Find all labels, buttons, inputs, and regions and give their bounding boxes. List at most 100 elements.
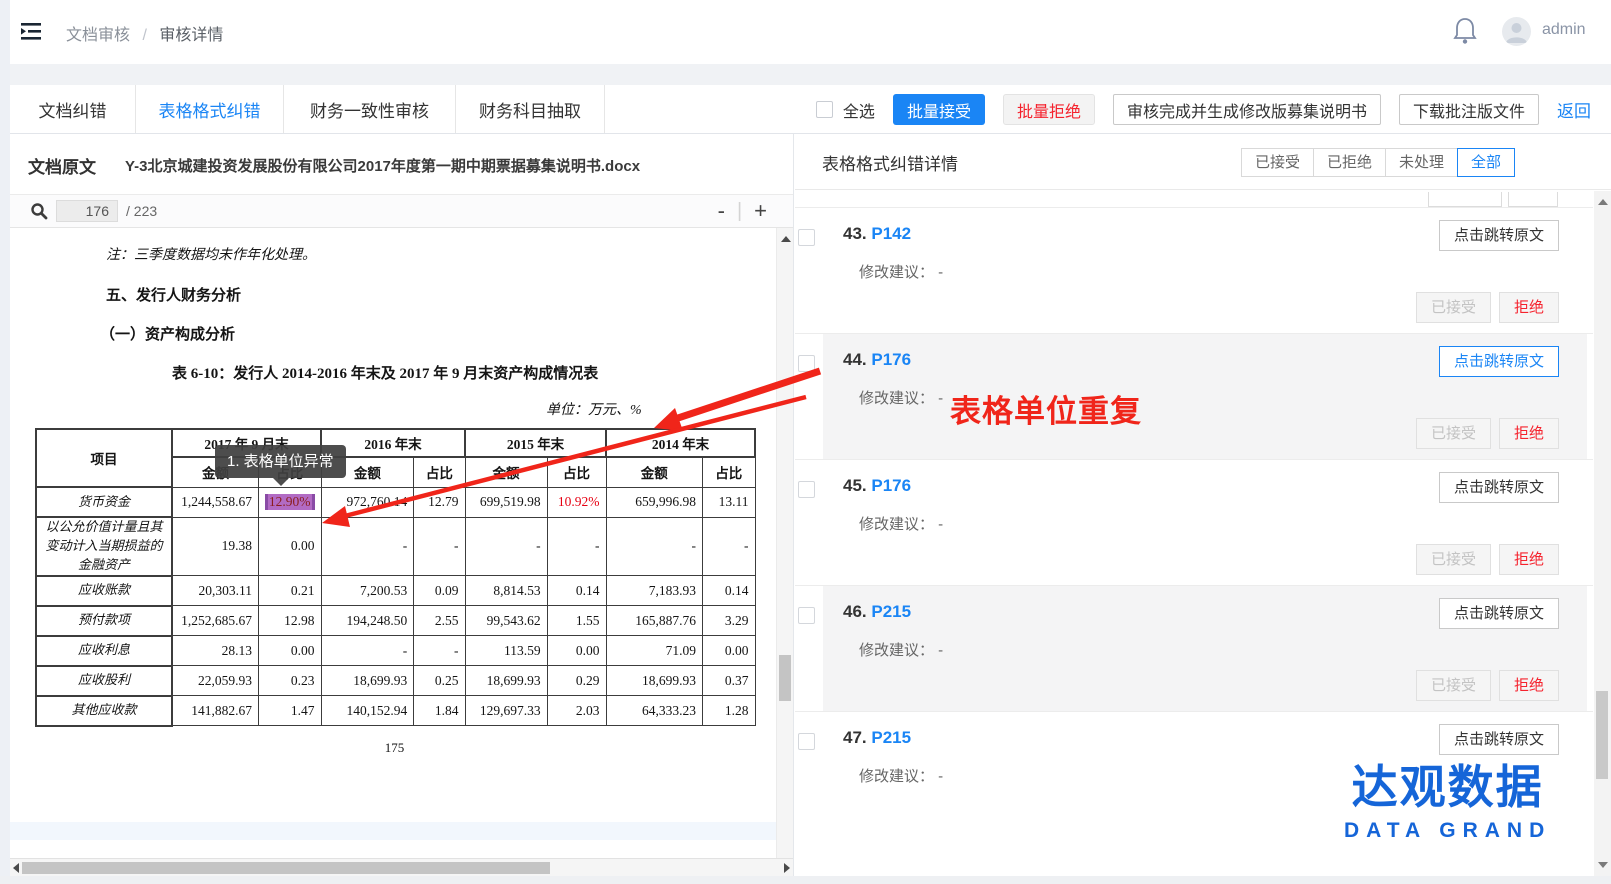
filter-option[interactable]: 未处理 <box>1385 148 1458 177</box>
error-panel-header: 表格格式纠错详情 已接受已拒绝未处理全部 <box>795 134 1611 190</box>
reject-button[interactable]: 拒绝 <box>1499 418 1559 449</box>
accepted-button[interactable]: 已接受 <box>1416 418 1491 449</box>
page-number-input[interactable] <box>56 200 118 222</box>
document-vertical-scrollbar[interactable] <box>776 228 793 858</box>
table-cell: 165,887.76 <box>606 606 702 636</box>
error-item-checkbox[interactable] <box>798 607 815 624</box>
table-cell: 699,519.98 <box>465 487 547 517</box>
tab-doc-correction[interactable]: 文档纠错 <box>10 85 136 133</box>
breadcrumb: 文档审核 / 审核详情 <box>66 21 223 45</box>
suggestion-value: - <box>934 768 943 785</box>
document-source-label: 文档原文 <box>28 153 96 178</box>
scroll-down-arrow[interactable] <box>1598 862 1608 868</box>
cutoff-previous-item <box>795 190 1593 207</box>
error-list-scrollbar[interactable] <box>1594 191 1611 876</box>
error-item-checkbox[interactable] <box>798 481 815 498</box>
doc-page-footer-number: 175 <box>35 740 754 756</box>
error-item-page-link[interactable]: P215 <box>871 602 911 621</box>
menu-collapse-icon[interactable] <box>18 18 46 46</box>
document-panel-header: 文档原文 Y-3北京城建投资发展股份有限公司2017年度第一期中期票据募集说明书… <box>10 134 793 195</box>
jump-to-source-button[interactable]: 点击跳转原文 <box>1439 220 1559 251</box>
error-item-checkbox[interactable] <box>798 733 815 750</box>
table-cell: 113.59 <box>465 636 547 666</box>
scroll-up-arrow[interactable] <box>1598 199 1608 205</box>
error-item-checkbox[interactable] <box>798 355 815 372</box>
search-icon[interactable] <box>30 202 48 220</box>
table-cell: 194,248.50 <box>321 606 414 636</box>
username-label[interactable]: admin <box>1542 21 1586 39</box>
user-avatar[interactable] <box>1502 17 1531 46</box>
cutoff-accepted-button[interactable] <box>1428 192 1502 207</box>
highlighted-error-value[interactable]: 12.90% <box>265 494 315 510</box>
row-item-name: 货币资金 <box>36 487 172 517</box>
doc-sub-heading: （一）资产构成分析 <box>100 323 235 344</box>
document-horizontal-scrollbar[interactable] <box>10 858 793 876</box>
accepted-button[interactable]: 已接受 <box>1416 292 1491 323</box>
toolbar-actions: 全选 批量接受 批量拒绝 审核完成并生成修改版募集说明书 下载批注版文件 返回 <box>816 85 1591 134</box>
error-item-page-link[interactable]: P176 <box>871 350 911 369</box>
suggestion-label: 修改建议： <box>859 768 934 785</box>
suggestion-line: 修改建议： - <box>859 639 943 660</box>
reject-button[interactable]: 拒绝 <box>1499 670 1559 701</box>
row-item-name: 应收利息 <box>36 636 172 666</box>
cutoff-reject-button[interactable] <box>1508 192 1558 207</box>
jump-to-source-button[interactable]: 点击跳转原文 <box>1439 472 1559 503</box>
tab-table-format-correction[interactable]: 表格格式纠错 <box>136 85 284 133</box>
zoom-in-button[interactable]: + <box>754 197 767 225</box>
error-item: 43. P142点击跳转原文修改建议： -已接受拒绝 <box>795 207 1593 333</box>
batch-reject-button[interactable]: 批量拒绝 <box>1003 94 1095 125</box>
error-item-page-link[interactable]: P176 <box>871 476 911 495</box>
breadcrumb-separator: / <box>142 27 146 44</box>
reject-button[interactable]: 拒绝 <box>1499 544 1559 575</box>
table-cell: 19.38 <box>172 517 259 576</box>
download-annotated-button[interactable]: 下载批注版文件 <box>1399 94 1539 125</box>
scroll-left-arrow[interactable] <box>13 863 19 873</box>
accepted-button[interactable]: 已接受 <box>1416 544 1491 575</box>
tab-financial-consistency[interactable]: 财务一致性审核 <box>284 85 456 133</box>
status-filter-group: 已接受已拒绝未处理全部 <box>1242 148 1515 177</box>
table-cell: 20,303.11 <box>172 576 259 606</box>
suggestion-line: 修改建议： - <box>859 765 943 786</box>
error-item-page-link[interactable]: P215 <box>871 728 911 747</box>
horizontal-scroll-thumb[interactable] <box>22 862 550 874</box>
reject-button[interactable]: 拒绝 <box>1499 292 1559 323</box>
scroll-up-arrow[interactable] <box>781 236 791 242</box>
financial-table: 项目2017 年 9 月末2016 年末2015 年末2014 年末金额占比金额… <box>35 428 756 727</box>
table-cell: 13.11 <box>702 487 755 517</box>
table-cell: 1,252,685.67 <box>172 606 259 636</box>
vertical-scroll-thumb[interactable] <box>1596 691 1608 779</box>
filter-option[interactable]: 已拒绝 <box>1313 148 1386 177</box>
notification-bell-icon[interactable] <box>1452 16 1482 48</box>
table-cell: - <box>414 517 465 576</box>
breadcrumb-current: 审核详情 <box>159 27 223 44</box>
jump-to-source-button[interactable]: 点击跳转原文 <box>1439 346 1559 377</box>
breadcrumb-root[interactable]: 文档审核 <box>66 27 130 44</box>
suggestion-value: - <box>934 390 943 407</box>
filter-option[interactable]: 已接受 <box>1241 148 1314 177</box>
finish-generate-button[interactable]: 审核完成并生成修改版募集说明书 <box>1113 94 1381 125</box>
zoom-out-button[interactable]: - <box>718 197 725 225</box>
error-item-title: 44. P176 <box>843 350 911 370</box>
batch-accept-button[interactable]: 批量接受 <box>893 94 985 125</box>
top-header: 文档审核 / 审核详情 admin <box>10 0 1611 64</box>
error-detail-panel: 表格格式纠错详情 已接受已拒绝未处理全部 43. P142点击跳转原文修改建议：… <box>795 134 1611 876</box>
jump-to-source-button[interactable]: 点击跳转原文 <box>1439 598 1559 629</box>
vertical-scroll-thumb[interactable] <box>779 655 791 701</box>
select-all-label[interactable]: 全选 <box>843 98 875 122</box>
jump-to-source-button[interactable]: 点击跳转原文 <box>1439 724 1559 755</box>
item-actions: 已接受拒绝 <box>1416 544 1559 575</box>
error-item-checkbox[interactable] <box>798 229 815 246</box>
back-link[interactable]: 返回 <box>1557 97 1591 122</box>
table-cell: 18,699.93 <box>465 666 547 696</box>
scroll-right-arrow[interactable] <box>784 863 790 873</box>
table-cell: 18,699.93 <box>606 666 702 696</box>
tab-financial-subject-extract[interactable]: 财务科目抽取 <box>456 85 605 133</box>
table-cell: - <box>321 636 414 666</box>
accepted-button[interactable]: 已接受 <box>1416 670 1491 701</box>
select-all-checkbox[interactable] <box>816 101 833 118</box>
filter-all-active[interactable]: 全部 <box>1457 148 1515 177</box>
error-item-page-link[interactable]: P142 <box>871 224 911 243</box>
table-cell: 3.29 <box>702 606 755 636</box>
error-item: 47. P215点击跳转原文修改建议： - <box>795 711 1593 837</box>
table-cell: 141,882.67 <box>172 696 259 726</box>
